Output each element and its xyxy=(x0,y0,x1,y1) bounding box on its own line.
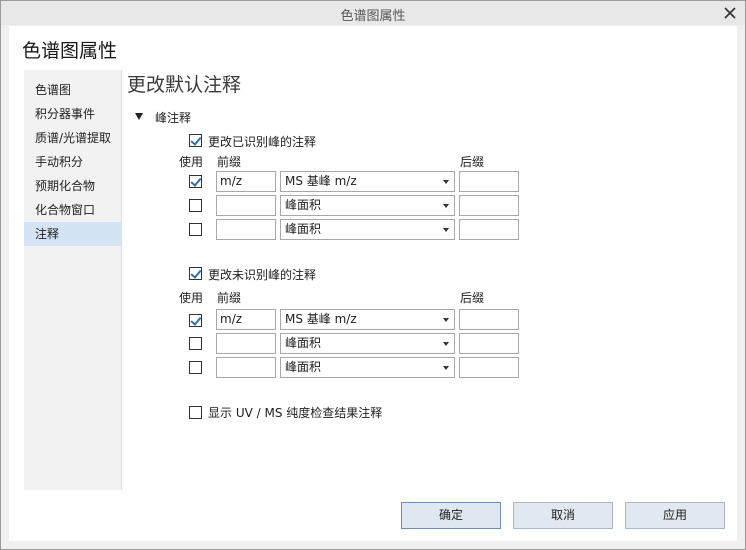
unidentified-col-prefix: 前缀 xyxy=(217,291,242,305)
unidentified-row1-type-select[interactable]: MS 基峰 m/z xyxy=(280,309,455,330)
identified-row1-prefix-input[interactable]: m/z xyxy=(216,171,276,192)
identified-row1-type-value: MS 基峰 m/z xyxy=(285,174,357,188)
close-icon xyxy=(724,7,736,19)
identified-col-prefix: 前缀 xyxy=(217,155,242,169)
unidentified-peaks-label: 更改未识别峰的注释 xyxy=(208,268,317,282)
unidentified-row3-prefix-input[interactable] xyxy=(216,357,276,378)
identified-col-use: 使用 xyxy=(179,155,204,169)
chevron-down-icon xyxy=(443,318,449,322)
unidentified-row3-type-select[interactable]: 峰面积 xyxy=(280,357,455,378)
identified-row2-type-value: 峰面积 xyxy=(285,198,322,212)
title-bar[interactable]: 色谱图属性 xyxy=(1,1,745,25)
chevron-down-icon xyxy=(443,204,449,208)
identified-row3-suffix-input[interactable] xyxy=(459,219,519,240)
identified-row1-suffix-input[interactable] xyxy=(459,171,519,192)
sidebar-item-compound-window[interactable]: 化合物窗口 xyxy=(24,198,122,222)
chevron-down-icon xyxy=(443,180,449,184)
unidentified-row2-type-select[interactable]: 峰面积 xyxy=(280,333,455,354)
unidentified-row1-suffix-input[interactable] xyxy=(459,309,519,330)
chevron-down-icon xyxy=(443,228,449,232)
unidentified-col-suffix: 后缀 xyxy=(460,291,485,305)
unidentified-row3-suffix-input[interactable] xyxy=(459,357,519,378)
identified-row1-use-checkbox[interactable] xyxy=(189,175,202,188)
sidebar-item-annotations[interactable]: 注释 xyxy=(24,222,122,246)
ok-button[interactable]: 确定 xyxy=(401,502,501,529)
identified-peaks-checkbox[interactable] xyxy=(189,134,202,147)
unidentified-col-use: 使用 xyxy=(179,291,204,305)
window-title: 色谱图属性 xyxy=(340,9,406,24)
sidebar-nav: 色谱图 积分器事件 质谱/光谱提取 手动积分 预期化合物 化合物窗口 注释 xyxy=(24,70,122,490)
identified-row2-prefix-input[interactable] xyxy=(216,195,276,216)
purity-check-label: 显示 UV / MS 纯度检查结果注释 xyxy=(208,406,383,420)
identified-row3-use-checkbox[interactable] xyxy=(189,223,202,236)
unidentified-row1-type-value: MS 基峰 m/z xyxy=(285,312,357,326)
triangle-down-icon[interactable] xyxy=(135,113,143,120)
close-button[interactable] xyxy=(721,4,739,22)
unidentified-row3-type-value: 峰面积 xyxy=(285,360,322,374)
identified-row3-type-select[interactable]: 峰面积 xyxy=(280,219,455,240)
section-title: 更改默认注释 xyxy=(127,74,242,96)
apply-button[interactable]: 应用 xyxy=(625,502,725,529)
dialog-heading: 色谱图属性 xyxy=(22,40,118,62)
unidentified-row3-use-checkbox[interactable] xyxy=(189,361,202,374)
unidentified-row2-prefix-input[interactable] xyxy=(216,333,276,354)
chevron-down-icon xyxy=(443,366,449,370)
dialog-window: 色谱图属性 色谱图属性 色谱图 积分器事件 质谱/光谱提取 手动积分 预期化合物… xyxy=(0,0,746,550)
cancel-button[interactable]: 取消 xyxy=(513,502,613,529)
identified-row2-suffix-input[interactable] xyxy=(459,195,519,216)
purity-check-checkbox[interactable] xyxy=(189,406,202,419)
identified-row3-prefix-input[interactable] xyxy=(216,219,276,240)
identified-row3-type-value: 峰面积 xyxy=(285,222,322,236)
sidebar-item-chromatogram[interactable]: 色谱图 xyxy=(24,78,122,102)
identified-row2-type-select[interactable]: 峰面积 xyxy=(280,195,455,216)
group-label: 峰注释 xyxy=(155,111,192,125)
identified-peaks-label: 更改已识别峰的注释 xyxy=(208,135,317,149)
sidebar-item-integrator-events[interactable]: 积分器事件 xyxy=(24,102,122,126)
unidentified-row2-type-value: 峰面积 xyxy=(285,336,322,350)
unidentified-row1-prefix-input[interactable]: m/z xyxy=(216,309,276,330)
identified-row2-use-checkbox[interactable] xyxy=(189,199,202,212)
sidebar-item-manual-integration[interactable]: 手动积分 xyxy=(24,150,122,174)
unidentified-row1-use-checkbox[interactable] xyxy=(189,314,202,327)
dialog-content: 色谱图属性 色谱图 积分器事件 质谱/光谱提取 手动积分 预期化合物 化合物窗口… xyxy=(9,26,737,541)
sidebar-item-spectrum-extraction[interactable]: 质谱/光谱提取 xyxy=(24,126,122,150)
unidentified-peaks-checkbox[interactable] xyxy=(189,267,202,280)
identified-col-suffix: 后缀 xyxy=(460,155,485,169)
unidentified-row2-use-checkbox[interactable] xyxy=(189,337,202,350)
sidebar-item-expected-compounds[interactable]: 预期化合物 xyxy=(24,174,122,198)
chevron-down-icon xyxy=(443,342,449,346)
identified-row1-type-select[interactable]: MS 基峰 m/z xyxy=(280,171,455,192)
unidentified-row2-suffix-input[interactable] xyxy=(459,333,519,354)
